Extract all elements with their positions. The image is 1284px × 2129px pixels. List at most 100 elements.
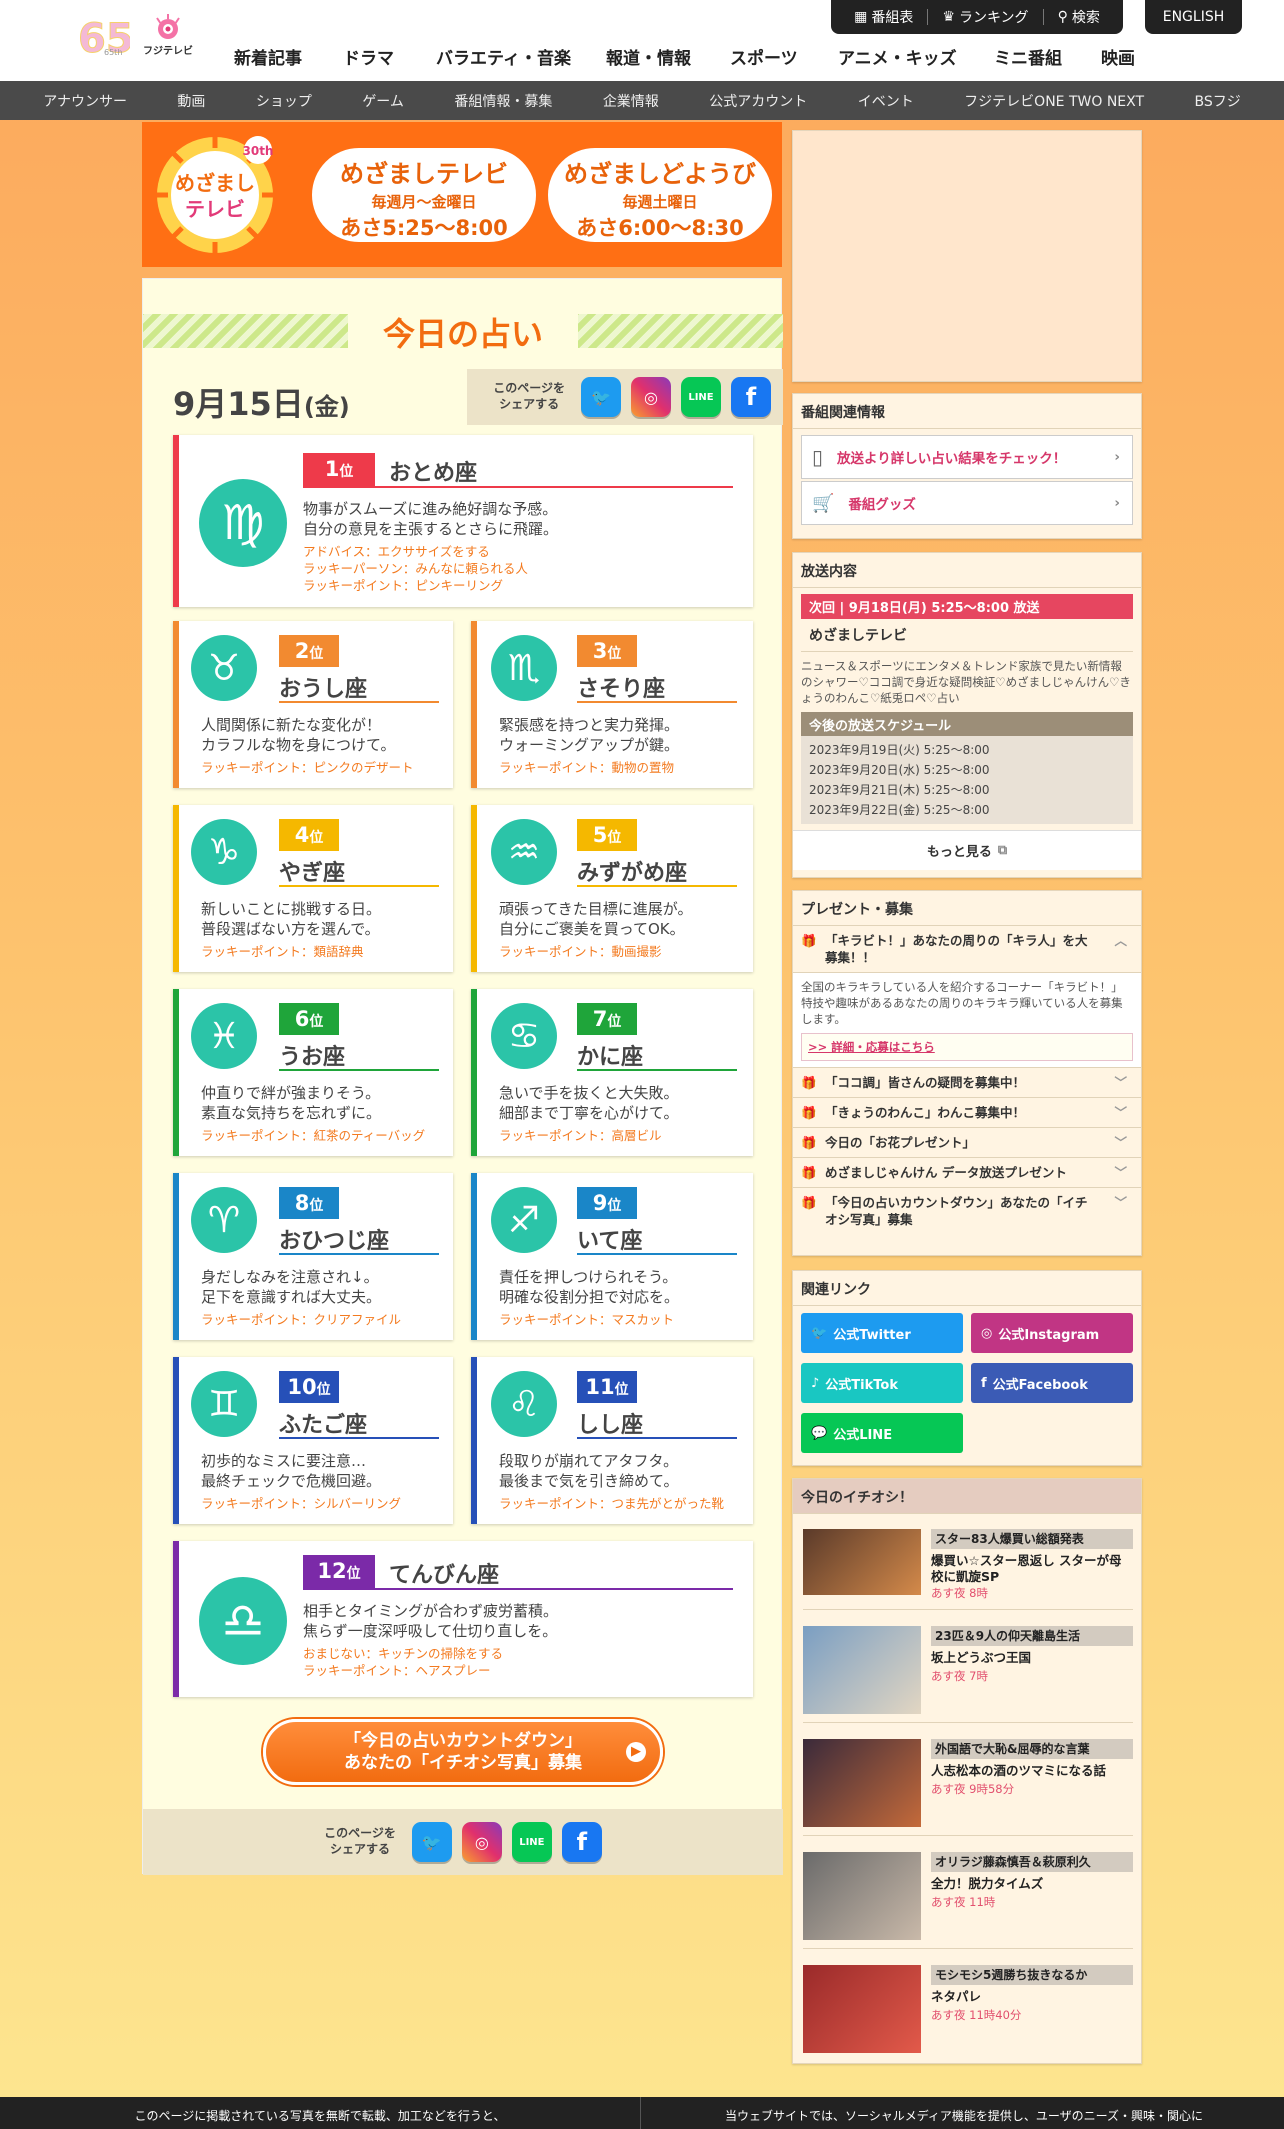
chevron-down-icon: ﹀ [1114, 1195, 1127, 1210]
rank-badge: 5位 [577, 819, 637, 851]
fortune-card-rank-7: ♋ 7位 かに座 急いで手を抜くと大失敗。 細部まで丁寧を心がけて。 ラッキーポイ… [471, 989, 753, 1156]
official-tiktok-link[interactable]: ♪ 公式TikTok [801, 1363, 963, 1403]
crown-icon: ♛ [942, 9, 955, 25]
pickup-item[interactable]: モシモシ5週勝ち抜きなるか ネタパレ あす夜 11時40分 [803, 1948, 1133, 2060]
pickup-item[interactable]: オリラジ藤森慎吾＆萩原利久 全力！脱力タイムズ あす夜 11時 [803, 1835, 1133, 1947]
lucky-info: ラッキーポイント：ピンクのデザート [201, 760, 414, 775]
fujitv-logo[interactable]: フジテレビ [138, 12, 198, 64]
fortune-card-rank-2: ♉ 2位 おうし座 人間関係に新たな変化が！ カラフルな物を身につけて。 ラッキー… [173, 621, 453, 788]
pickup-item[interactable]: 23匹＆9人の仰天離島生活 坂上どうぶつ王国 あす夜 7時 [803, 1609, 1133, 1721]
gift-icon: 🎁 [801, 1195, 817, 1210]
present-item[interactable]: 🎁 「今日の占いカウントダウン」あなたの「イチオシ写真」募集 ﹀ [793, 1187, 1141, 1234]
nav-anime[interactable]: アニメ・キッズ [838, 44, 994, 69]
lucky-info: アドバイス：エクササイズをする ラッキーパーソン：みんなに頼られる人 ラッキーポイン… [303, 544, 528, 593]
line-icon: 💬 [811, 1425, 828, 1441]
fortune-card-rank-3: ♏ 3位 さそり座 緊張感を持つと実力発揮。 ウォーミングアップが鍵。 ラッキーポ… [471, 621, 753, 788]
fortune-card-rank-1: ♍ 1位 おとめ座 物事がスムーズに進み絶好調な予感。 自分の意見を主張するとさら… [173, 435, 753, 607]
subnav-announcer[interactable]: アナウンサー [43, 91, 127, 111]
chevron-down-icon: ﹀ [1114, 1165, 1127, 1180]
fortune-description: 人間関係に新たな変化が！ カラフルな物を身につけて。 [201, 716, 396, 754]
facebook-share-icon[interactable]: f [731, 377, 771, 417]
present-item[interactable]: 🎁 「ココ調」皆さんの疑問を募集中！ ﹀ [793, 1067, 1141, 1097]
nav-drama[interactable]: ドラマ [343, 44, 436, 69]
broadcast-info-box: 放送内容 次回 | 9月18日(月) 5:25〜8:00 放送 めざましテレビ … [792, 552, 1142, 878]
lucky-info: ラッキーポイント：動画撮影 [499, 944, 662, 959]
leo-icon: ♌ [491, 1371, 557, 1437]
nav-mini[interactable]: ミニ番組 [994, 44, 1101, 69]
cancer-icon: ♋ [491, 1003, 557, 1069]
countdown-photo-cta-button[interactable]: 「今日の占いカウントダウン」 あなたの「イチオシ写真」募集 ▶ [263, 1719, 663, 1785]
facebook-icon: f [981, 1375, 987, 1391]
fortune-description: 責任を押しつけられそう。 明確な役割分担で対応を。 [499, 1268, 680, 1306]
program-banner[interactable]: めざまし テレビ 30th めざましテレビ 毎週月〜金曜日 あさ5:25〜8:0… [142, 122, 782, 267]
65th-anniversary-logo[interactable]: 65 65th [78, 14, 135, 63]
official-line-link[interactable]: 💬 公式LINE [801, 1413, 963, 1453]
detailed-fortune-link[interactable]: ▯ 放送より詳しい占い結果をチェック！ › [801, 435, 1133, 479]
line-share-icon[interactable]: LINE [511, 1822, 552, 1862]
search-link[interactable]: ⚲ 検索 [1058, 7, 1100, 27]
nav-news[interactable]: 新着記事 [234, 44, 343, 69]
twitter-share-icon[interactable]: 🐦 [581, 377, 621, 417]
chevron-right-icon: › [1114, 495, 1120, 511]
present-item[interactable]: 🎁 「きょうのわんこ」わんこ募集中！ ﹀ [793, 1097, 1141, 1127]
aries-icon: ♈ [191, 1187, 257, 1253]
svg-text:めざまし: めざまし [175, 171, 255, 195]
subnav-event[interactable]: イベント [858, 91, 914, 111]
instagram-share-icon[interactable]: ◎ [461, 1822, 502, 1862]
cart-icon: 🛒 [812, 492, 835, 514]
schedule-list: 2023年9月19日(火) 5:25〜8:00 2023年9月20日(水) 5:… [801, 736, 1133, 824]
nav-movie[interactable]: 映画 [1101, 44, 1135, 69]
present-item-open[interactable]: 🎁 「キラビト！」あなたの周りの「キラ人」を大募集！！ ︿ [793, 926, 1141, 972]
arrow-right-icon: ▶ [626, 1742, 646, 1762]
rank-badge: 4位 [279, 819, 339, 851]
sign-name: さそり座 [577, 677, 666, 702]
nav-news-info[interactable]: 報道・情報 [606, 44, 730, 69]
footer-notice-bar: このページに掲載されている写真を無断で転載、加工などを行うと、 当ウェブサイトで… [0, 2097, 1284, 2129]
subnav-bs-fuji[interactable]: BSフジ [1195, 91, 1241, 111]
english-button[interactable]: ENGLISH [1145, 0, 1242, 34]
subnav-game[interactable]: ゲーム [362, 91, 404, 111]
subnav-corporate[interactable]: 企業情報 [603, 91, 659, 111]
rank-badge: 3位 [577, 635, 637, 667]
fortune-date: 9月15日(金) [173, 385, 350, 423]
program-guide-link[interactable]: ▦ 番組表 [854, 7, 913, 27]
fortune-card-rank-6: ♓ 6位 うお座 仲直りで絆が強まりそう。 素直な気持ちを忘れずに。 ラッキーポイ… [173, 989, 453, 1156]
related-info-box: 番組関連情報 ▯ 放送より詳しい占い結果をチェック！ › 🛒 番組グッズ › [792, 393, 1142, 539]
nav-variety[interactable]: バラエティ・音楽 [436, 44, 606, 69]
pickup-item[interactable]: スター83人爆買い総額発表 爆買い☆スター恩返し スターが母校に凱旋SP あす夜… [803, 1513, 1133, 1609]
scorpio-icon: ♏ [491, 635, 557, 701]
grid-icon: ▦ [854, 9, 868, 25]
saturday-schedule-pill: めざましどようび 毎週土曜日 あさ6:00〜8:30 [548, 148, 772, 242]
official-facebook-link[interactable]: f 公式Facebook [971, 1363, 1133, 1403]
more-button[interactable]: もっと見る ⧉ [793, 830, 1141, 870]
instagram-share-icon[interactable]: ◎ [631, 377, 671, 417]
sign-name: おひつじ座 [279, 1229, 390, 1254]
ranking-link[interactable]: ♛ ランキング [942, 7, 1028, 27]
subnav-one-two-next[interactable]: フジテレビONE TWO NEXT [964, 91, 1144, 111]
present-item[interactable]: 🎁 めざましじゃんけん データ放送プレゼント ﹀ [793, 1157, 1141, 1187]
fortune-description: 急いで手を抜くと大失敗。 細部まで丁寧を心がけて。 [499, 1084, 679, 1122]
present-item[interactable]: 🎁 今日の「お花プレゼント」 ﹀ [793, 1127, 1141, 1157]
smartphone-icon: ▯ [812, 445, 824, 469]
official-instagram-link[interactable]: ◎ 公式Instagram [971, 1313, 1133, 1353]
nav-sports[interactable]: スポーツ [730, 44, 838, 69]
sign-name: ふたご座 [279, 1413, 368, 1438]
pickup-item[interactable]: 外国語で大恥&屈辱的な言葉 人志松本の酒のツマミになる話 あす夜 9時58分 [803, 1722, 1133, 1834]
apply-details-link[interactable]: >> 詳細・応募はこちら [801, 1033, 1133, 1061]
twitter-share-icon[interactable]: 🐦 [411, 1822, 452, 1862]
svg-text:テレビ: テレビ [185, 197, 245, 221]
subnav-official-accounts[interactable]: 公式アカウント [709, 91, 807, 111]
subnav-program-info[interactable]: 番組情報・募集 [454, 91, 552, 111]
fortune-panel: 今日の占い 9月15日(金) このページを シェアする 🐦 ◎ LINE f ♍ … [142, 278, 783, 1875]
rank-badge: 7位 [577, 1003, 637, 1035]
facebook-share-icon[interactable]: f [561, 1822, 602, 1862]
site-header: 65 65th フジテレビ ▦ 番組表 ♛ ランキング ⚲ 検索 ENGLISH 新着… [0, 0, 1284, 81]
official-twitter-link[interactable]: 🐦 公式Twitter [801, 1313, 963, 1353]
subnav-shop[interactable]: ショップ [256, 91, 312, 111]
chevron-right-icon: › [1114, 449, 1120, 465]
sign-name: おうし座 [279, 677, 368, 702]
program-goods-link[interactable]: 🛒 番組グッズ › [801, 481, 1133, 525]
lucky-info: ラッキーポイント：クリアファイル [201, 1312, 402, 1327]
subnav-video[interactable]: 動画 [177, 91, 205, 111]
line-share-icon[interactable]: LINE [681, 377, 721, 417]
